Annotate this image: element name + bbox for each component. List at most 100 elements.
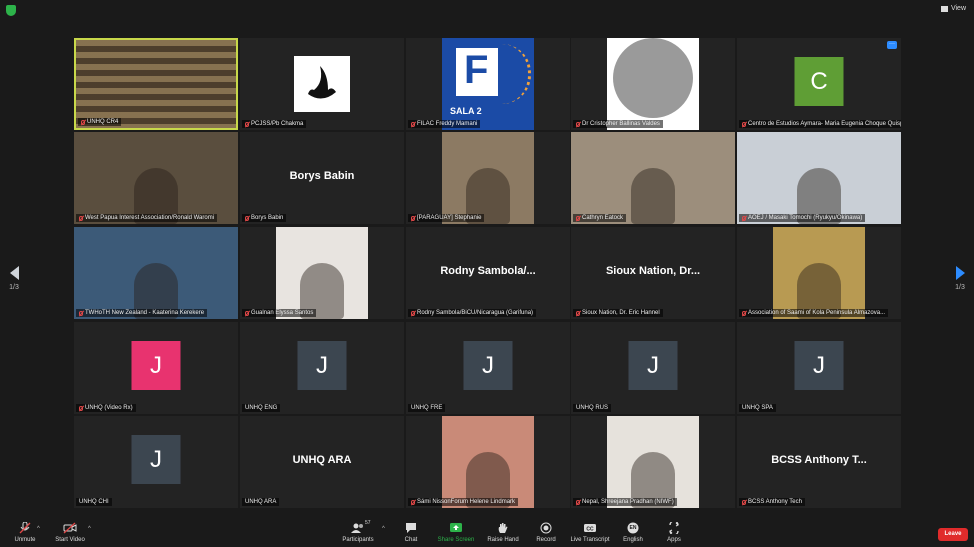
participants-options-caret[interactable]: ^ xyxy=(382,526,385,532)
muted-mic-icon xyxy=(411,121,415,127)
top-bar: View xyxy=(0,0,974,22)
participant-name-label: BCSS Anthony Tech xyxy=(739,498,805,506)
participant-video xyxy=(74,227,238,319)
share-screen-button[interactable]: Share Screen xyxy=(431,520,481,543)
chat-button[interactable]: Chat xyxy=(386,520,436,543)
participant-name: Sioux Nation, Dr. Eric Hannel xyxy=(582,310,660,316)
participant-tile[interactable]: Rodny Sambola/... Rodny Sambola/BiCU/Nica… xyxy=(406,227,570,319)
share-screen-label: Share Screen xyxy=(437,537,475,543)
muted-mic-icon xyxy=(576,121,580,127)
participant-tile[interactable]: J UNHQ CHI xyxy=(74,416,238,508)
apps-icon xyxy=(667,520,681,536)
participant-name: TWHoTH New Zealand - Kaaterina Kerekere xyxy=(85,310,205,316)
decorative-arc-icon xyxy=(502,44,531,104)
muted-mic-icon xyxy=(245,215,249,221)
participant-name: Nepal, Shreejana Pradhan (NIWF) xyxy=(582,499,674,505)
participants-button[interactable]: 57 Participants xyxy=(333,520,383,543)
participant-name: UNHQ (Video Rx) xyxy=(85,405,133,411)
chevron-right-icon xyxy=(955,266,965,280)
organization-logo-icon xyxy=(294,56,350,112)
next-page-button[interactable]: 1/3 xyxy=(950,266,970,291)
record-button[interactable]: Record xyxy=(521,520,571,543)
participant-tile[interactable]: UNHQ ARA UNHQ ARA xyxy=(240,416,404,508)
participant-name: Association of Saami of Kola Peninsula A… xyxy=(748,310,886,316)
avatar: C xyxy=(794,57,844,106)
leave-button[interactable]: Leave xyxy=(938,528,968,541)
participant-tile[interactable]: BCSS Anthony T... BCSS Anthony Tech xyxy=(737,416,901,508)
participant-video xyxy=(442,132,534,224)
muted-mic-icon xyxy=(576,215,580,221)
participant-tile[interactable]: Borys Babin Borys Babin xyxy=(240,132,404,224)
muted-mic-icon xyxy=(742,499,746,505)
muted-mic-icon xyxy=(79,405,83,411)
participant-name: Dr Cristopher Ballinas Valdes xyxy=(582,121,660,127)
participant-tile[interactable]: Sioux Nation, Dr... Sioux Nation, Dr. Eri… xyxy=(571,227,735,319)
conference-room-scene xyxy=(76,40,236,128)
more-options-button[interactable]: ··· xyxy=(887,41,897,49)
muted-mic-icon xyxy=(411,310,415,316)
participant-tile[interactable]: UNHQ CR4 xyxy=(74,38,238,130)
muted-mic-icon xyxy=(742,215,746,221)
participant-video xyxy=(607,416,699,508)
participant-name: UNHQ SPA xyxy=(742,405,773,411)
audio-options-caret[interactable]: ^ xyxy=(37,526,40,532)
participant-video xyxy=(773,227,865,319)
camera-off-icon xyxy=(63,522,77,534)
muted-mic-icon xyxy=(79,310,83,316)
participant-tile[interactable]: J UNHQ FRE xyxy=(406,322,570,414)
avatar: J xyxy=(463,341,513,390)
participant-tile[interactable]: Nepal, Shreejana Pradhan (NIWF) xyxy=(571,416,735,508)
participant-tile[interactable]: J UNHQ RUS xyxy=(571,322,735,414)
participant-name-label: Rodny Sambola/BiCU/Nicaragua (Garifuna) xyxy=(408,309,537,317)
participant-video xyxy=(737,132,901,224)
participant-name: Cathryn Eatock xyxy=(582,215,624,221)
participant-name: AOEJ / Masaki Tomochi (Ryukyu/Okinawa) xyxy=(748,215,863,221)
video-options-caret[interactable]: ^ xyxy=(88,526,91,532)
participant-tile[interactable]: [PARAGUAY] Stephanie xyxy=(406,132,570,224)
participant-tile[interactable]: J UNHQ (Video Rx) xyxy=(74,322,238,414)
participant-name-label: UNHQ SPA xyxy=(739,404,776,412)
avatar: J xyxy=(297,341,347,390)
apps-button[interactable]: Apps xyxy=(649,520,699,543)
participant-tile[interactable]: C ··· Centro de Estudios Aymara- Maria Eug… xyxy=(737,38,901,130)
language-badge: EN xyxy=(629,525,637,531)
participant-tile[interactable]: AOEJ / Masaki Tomochi (Ryukyu/Okinawa) xyxy=(737,132,901,224)
participants-label: Participants xyxy=(342,537,374,543)
participant-tile[interactable]: Cathryn Eatock xyxy=(571,132,735,224)
shield-icon[interactable] xyxy=(6,5,16,16)
participant-video xyxy=(276,227,368,319)
participant-tile[interactable]: PCJSS/Pb Chakma xyxy=(240,38,404,130)
participant-name: UNHQ RUS xyxy=(576,405,609,411)
participant-tile[interactable]: Dr Cristopher Ballinas Valdes xyxy=(571,38,735,130)
participant-name-label: Borys Babin xyxy=(242,214,287,222)
participant-video xyxy=(607,38,699,130)
muted-mic-icon xyxy=(576,310,580,316)
participant-display-name: BCSS Anthony T... xyxy=(771,454,867,466)
participant-video xyxy=(571,132,735,224)
participant-name-label: UNHQ CHI xyxy=(76,498,112,506)
participant-name-label: TWHoTH New Zealand - Kaaterina Kerekere xyxy=(76,309,208,317)
participant-tile[interactable]: TWHoTH New Zealand - Kaaterina Kerekere xyxy=(74,227,238,319)
chat-icon xyxy=(404,522,418,534)
muted-mic-icon xyxy=(411,499,415,505)
participant-tile[interactable]: J UNHQ SPA xyxy=(737,322,901,414)
participant-name-label: UNHQ ARA xyxy=(242,498,280,506)
view-button[interactable]: View xyxy=(940,5,966,12)
video-gallery: UNHQ CR4 PCJSS/Pb Chakma F SALA 2 FILAC Fred… xyxy=(74,38,901,510)
participant-name: BCSS Anthony Tech xyxy=(748,499,802,505)
prev-page-button[interactable]: 1/3 xyxy=(4,266,24,291)
participant-tile[interactable]: West Papua Interest Association/Ronald W… xyxy=(74,132,238,224)
participant-name-label: Cathryn Eatock xyxy=(573,214,627,222)
participant-name: [PARAGUAY] Stephanie xyxy=(417,215,482,221)
unmute-button[interactable]: Unmute xyxy=(0,520,50,543)
start-video-label: Start Video xyxy=(55,537,85,543)
participant-tile[interactable]: J UNHQ ENG xyxy=(240,322,404,414)
participant-tile[interactable]: Association of Saami of Kola Peninsula A… xyxy=(737,227,901,319)
participant-tile[interactable]: F SALA 2 FILAC Freddy Mamani xyxy=(406,38,570,130)
participant-tile[interactable]: Gualnan Elyssa Santos xyxy=(240,227,404,319)
muted-mic-icon xyxy=(245,310,249,316)
muted-mic-icon xyxy=(742,310,746,316)
participant-tile[interactable]: Sámi NissonForum Helene Lindmark xyxy=(406,416,570,508)
participant-name: UNHQ ENG xyxy=(245,405,278,411)
participant-name-label: PCJSS/Pb Chakma xyxy=(242,120,307,128)
